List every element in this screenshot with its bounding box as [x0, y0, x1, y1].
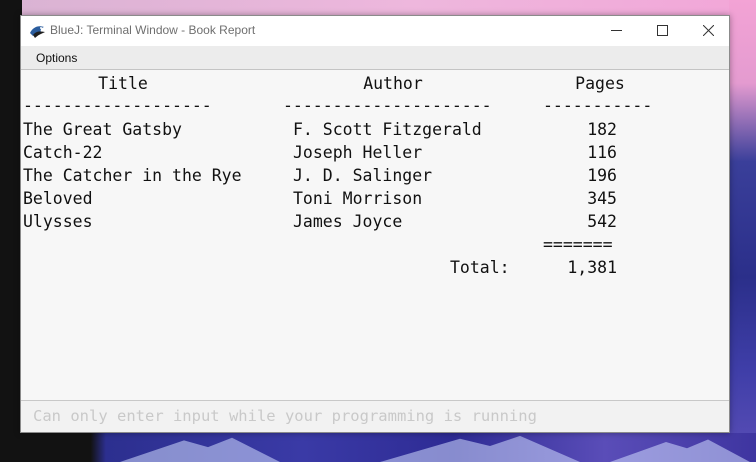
header-title: Title	[98, 74, 148, 93]
row-pages: 182	[587, 120, 617, 139]
window-title: BlueJ: Terminal Window - Book Report	[50, 23, 256, 37]
total-value: 1,381	[567, 258, 617, 277]
desktop-wallpaper-right	[729, 0, 756, 462]
separator-author: ---------------------	[283, 96, 492, 115]
row-title: The Great Gatsby	[23, 120, 182, 139]
row-pages: 116	[587, 143, 617, 162]
row-title: The Catcher in the Rye	[23, 166, 242, 185]
terminal-output[interactable]: Title Author Pages ------------------- -…	[21, 70, 729, 400]
row-author: J. D. Salinger	[293, 166, 433, 185]
row-author: James Joyce	[293, 212, 403, 231]
maximize-icon	[657, 25, 668, 36]
menu-bar: Options	[21, 46, 729, 70]
separator-title: -------------------	[23, 96, 212, 115]
row-pages: 542	[587, 212, 617, 231]
desktop-left-strip	[0, 0, 22, 462]
header-pages: Pages	[575, 74, 625, 93]
desktop-wallpaper-top	[0, 0, 756, 16]
close-icon	[703, 25, 714, 36]
row-title: Beloved	[23, 189, 93, 208]
separator-pages: -----------	[543, 96, 653, 115]
total-label: Total:	[450, 258, 510, 277]
menu-options[interactable]: Options	[36, 51, 77, 65]
maximize-button[interactable]	[639, 16, 685, 46]
terminal-window: BlueJ: Terminal Window - Book Report Opt…	[20, 15, 730, 433]
total-rule: =======	[543, 235, 613, 254]
minimize-icon	[611, 30, 622, 31]
row-pages: 345	[587, 189, 617, 208]
desktop-wallpaper-bottom	[0, 433, 756, 462]
close-button[interactable]	[685, 16, 731, 46]
row-title: Ulysses	[23, 212, 93, 231]
input-placeholder: Can only enter input while your programm…	[33, 407, 537, 425]
minimize-button[interactable]	[593, 16, 639, 46]
row-author: F. Scott Fitzgerald	[293, 120, 482, 139]
bluej-bird-icon	[29, 23, 47, 39]
row-author: Toni Morrison	[293, 189, 423, 208]
terminal-input[interactable]: Can only enter input while your programm…	[21, 400, 729, 432]
header-author: Author	[363, 74, 423, 93]
row-pages: 196	[587, 166, 617, 185]
title-bar[interactable]: BlueJ: Terminal Window - Book Report	[21, 16, 729, 46]
row-author: Joseph Heller	[293, 143, 423, 162]
row-title: Catch-22	[23, 143, 103, 162]
